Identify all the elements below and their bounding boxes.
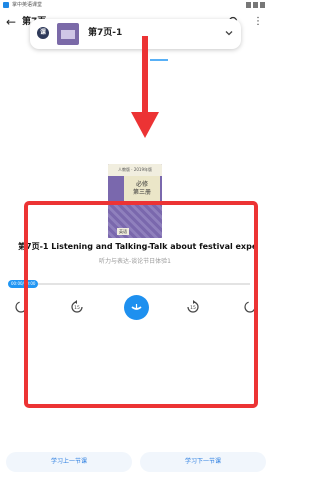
more-icon[interactable]: ⋮ [252, 16, 264, 28]
previous-lesson-button[interactable]: 学习上一节课 [6, 452, 132, 472]
bottom-navigation: 学习上一节课 学习下一节课 [0, 452, 270, 478]
cover-volume: 必修 第三册 [124, 176, 160, 204]
annotation-arrow [131, 36, 159, 138]
chevron-down-icon[interactable] [224, 28, 234, 38]
popup-thumbnail [57, 23, 79, 45]
avatar: 课 [37, 27, 49, 39]
status-bar: 掌中英语课堂 [0, 0, 270, 10]
cover-edition: 人教版 · 2019年版 [108, 164, 162, 176]
status-app-name: 掌中英语课堂 [12, 2, 43, 8]
next-lesson-button[interactable]: 学习下一节课 [140, 452, 266, 472]
annotation-highlight-box [24, 201, 258, 408]
back-arrow-icon[interactable]: ← [6, 15, 20, 29]
system-icons [246, 2, 266, 8]
app-mini-icon [3, 2, 9, 8]
popup-title: 第7页-1 [88, 28, 123, 38]
